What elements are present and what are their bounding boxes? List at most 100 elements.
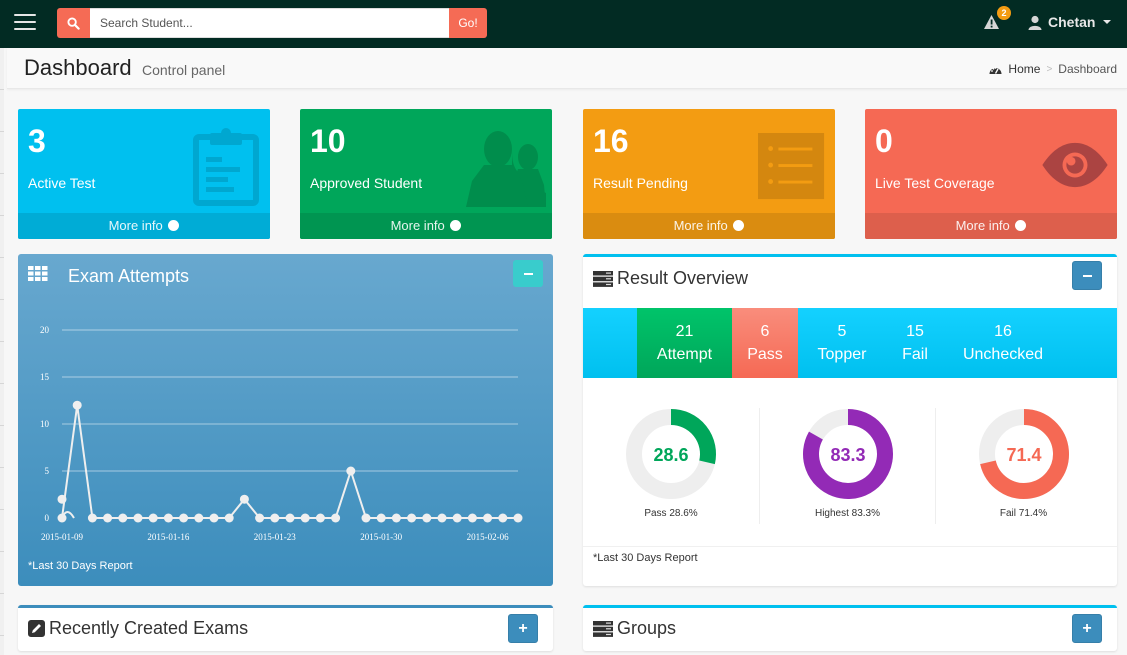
top-navbar: Go! 2 Chetan: [0, 0, 1127, 48]
search-icon[interactable]: [57, 8, 90, 38]
result-overview-title: Result Overview: [617, 268, 749, 288]
stat-label: Live Test Coverage: [875, 175, 995, 191]
user-menu[interactable]: Chetan: [1028, 14, 1112, 30]
data-point: [346, 466, 356, 476]
more-info-link-result-pending[interactable]: More info: [583, 213, 835, 239]
groups-header: Groups: [593, 618, 676, 639]
data-point: [255, 513, 265, 523]
data-point: [224, 513, 234, 523]
data-point: [285, 513, 295, 523]
result-overview-box: Result Overview 21 Attempt 6 Pass 5 Topper …: [583, 254, 1117, 586]
data-point: [194, 513, 204, 523]
stat-value: 16: [593, 123, 629, 159]
data-point: [163, 513, 173, 523]
fail-donut-chart: 71.4: [979, 409, 1069, 499]
stat-value: 0: [875, 123, 893, 159]
y-tick-label: 15: [40, 372, 50, 382]
donut-pass: 28.6 Pass 28.6%: [583, 408, 759, 524]
minus-icon: [523, 272, 533, 275]
eye-icon: [1042, 142, 1108, 188]
breadcrumb-current: Dashboard: [1058, 62, 1117, 76]
data-point: [467, 513, 477, 523]
page-subtitle: Control panel: [142, 62, 226, 78]
add-exam-button[interactable]: +: [508, 614, 538, 643]
stat-fail-value: 15: [906, 323, 924, 340]
more-info-link-live-test-coverage[interactable]: More info: [865, 213, 1117, 239]
collapse-result-overview-button[interactable]: [1072, 261, 1102, 290]
exam-attempts-title: Exam Attempts: [68, 266, 190, 286]
breadcrumb: Home > Dashboard: [989, 62, 1117, 76]
stat-unchecked-value: 16: [994, 323, 1012, 340]
users-icon: [466, 131, 546, 207]
data-point: [87, 513, 97, 523]
data-point: [422, 513, 432, 523]
collapse-exam-attempts-button[interactable]: [513, 260, 543, 287]
arrow-circle-right-icon: [1015, 220, 1027, 231]
donut-fail: 71.4 Fail 71.4%: [935, 408, 1111, 524]
plus-icon: +: [518, 619, 528, 637]
pass-donut-chart: 28.6: [626, 409, 716, 499]
stat-attempt-value: 21: [675, 323, 694, 340]
stat-pass-value: 6: [760, 323, 770, 340]
search-student-input[interactable]: [90, 8, 449, 38]
stat-box-live-test-coverage: 0 Live Test Coverage More info: [865, 109, 1117, 239]
list-icon: [758, 133, 825, 200]
data-point: [376, 513, 386, 523]
chevron-down-icon: [1103, 20, 1112, 24]
donut-caption: Pass 28.6%: [644, 508, 698, 519]
series-line: [61, 405, 518, 519]
stat-label: Approved Student: [310, 175, 423, 191]
stat-box-result-pending: 16 Result Pending More info: [583, 109, 835, 239]
data-point: [437, 513, 447, 523]
stat-topper[interactable]: 5 Topper: [798, 308, 886, 378]
more-info-label: More info: [108, 218, 163, 233]
collapsed-sidebar: [0, 48, 4, 655]
data-point: [315, 513, 325, 523]
x-tick-label: 2015-01-30: [360, 532, 402, 542]
server-icon: [593, 270, 613, 287]
stat-pass[interactable]: 6 Pass: [732, 308, 798, 378]
stat-attempt-label: Attempt: [656, 346, 713, 363]
minus-icon: [1082, 274, 1092, 277]
data-point: [209, 513, 219, 523]
y-tick-label: 0: [45, 513, 50, 523]
groups-title: Groups: [617, 618, 677, 638]
data-point: [118, 513, 128, 523]
donut-value: 71.4: [1006, 445, 1041, 465]
data-point: [72, 400, 82, 410]
add-group-button[interactable]: +: [1072, 614, 1102, 643]
donut-caption: Highest 83.3%: [814, 508, 881, 519]
search-go-button[interactable]: Go!: [449, 8, 487, 38]
data-point: [498, 513, 508, 523]
recent-exams-header: Recently Created Exams: [28, 618, 248, 639]
clipboard-icon: [193, 128, 259, 206]
breadcrumb-separator: >: [1046, 63, 1053, 75]
user-icon: [1028, 15, 1042, 30]
breadcrumb-home-link[interactable]: Home: [1008, 62, 1040, 76]
stat-topper-value: 5: [837, 323, 847, 340]
stat-box-active-test: 3 Active Test More info: [18, 109, 270, 239]
x-tick-label: 2015-02-06: [467, 532, 509, 542]
data-point: [452, 513, 462, 523]
data-point: [179, 513, 189, 523]
stat-box-approved-student: 10 Approved Student More info: [300, 109, 552, 239]
stat-unchecked[interactable]: 16 Unchecked: [944, 308, 1062, 378]
data-point: [361, 513, 371, 523]
dashboard-icon: [989, 66, 1002, 74]
arrow-circle-right-icon: [450, 220, 462, 231]
menu-toggle-icon[interactable]: [14, 14, 36, 32]
content-header: Dashboard Control panel Home > Dashboard: [7, 48, 1127, 89]
stat-fail[interactable]: 15 Fail: [886, 308, 944, 378]
data-point: [513, 513, 523, 523]
stat-attempt[interactable]: 21 Attempt: [637, 308, 732, 378]
x-tick-label: 2015-01-09: [41, 532, 83, 542]
more-info-link-active-test[interactable]: More info: [18, 213, 270, 239]
more-info-link-approved-student[interactable]: More info: [300, 213, 552, 239]
data-point: [300, 513, 310, 523]
data-point: [391, 513, 401, 523]
groups-box: Groups +: [583, 605, 1117, 651]
stat-pass-label: Pass: [747, 346, 783, 363]
highest-donut-chart: 83.3: [803, 409, 893, 499]
stat-unchecked-label: Unchecked: [962, 346, 1044, 363]
recent-exams-title: Recently Created Exams: [49, 618, 249, 638]
